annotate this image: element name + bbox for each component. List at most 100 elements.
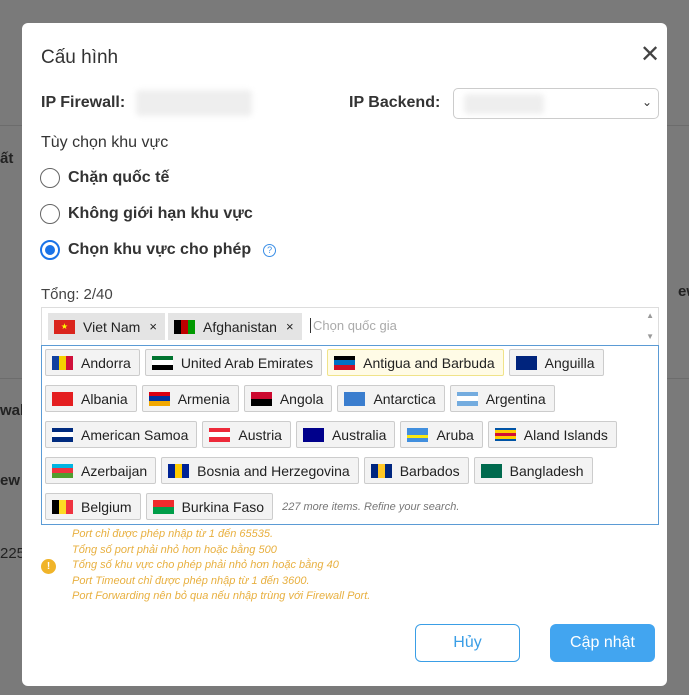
option-label: Antarctica (373, 390, 436, 407)
option-label: Barbados (399, 462, 460, 479)
validation-messages: Port chỉ được phép nhập từ 1 đến 65535. … (72, 527, 370, 605)
ip-backend-value-redacted (464, 94, 544, 114)
country-option[interactable]: Aland Islands (487, 421, 617, 448)
country-option[interactable]: Australia (295, 421, 396, 448)
radio-unlimited-region[interactable]: Không giới hạn khu vực (40, 204, 253, 224)
flag-icon (334, 355, 356, 370)
country-option[interactable]: Antigua and Barbuda (327, 349, 504, 376)
flag-icon (52, 391, 73, 406)
ip-firewall-label: IP Firewall: (41, 94, 126, 111)
chip-label: Viet Nam (83, 318, 141, 335)
background-text: ew (0, 472, 21, 489)
country-option[interactable]: Bosnia and Herzegovina (161, 457, 359, 484)
country-option[interactable]: Andorra (45, 349, 140, 376)
flag-icon (152, 499, 174, 514)
country-option[interactable]: United Arab Emirates (144, 349, 323, 376)
flag-icon (168, 463, 190, 478)
message: Port Timeout chỉ được phép nhập từ 1 đến… (72, 574, 310, 587)
option-label: Azerbaijan (81, 462, 148, 479)
option-label: Albania (81, 390, 128, 407)
message: Port chỉ được phép nhập từ 1 đến 65535. (72, 528, 274, 540)
option-row: Albania Armenia Angola Antarctica Argentina (45, 385, 658, 412)
radio-label: Không giới hạn khu vực (68, 205, 253, 222)
scroll-up-icon[interactable]: ▲ (646, 311, 654, 320)
flag-icon (151, 355, 173, 370)
more-items-text: 227 more items. Refine your search. (282, 500, 460, 513)
flag-icon (52, 427, 73, 442)
warning-icon: ! (41, 559, 56, 574)
scroll-down-icon[interactable]: ▼ (646, 332, 654, 341)
option-label: Anguilla (544, 354, 595, 371)
country-option[interactable]: Belgium (45, 493, 141, 520)
flag-icon (148, 391, 170, 406)
option-row: Belgium Burkina Faso 227 more items. Refin… (45, 493, 658, 520)
flag-icon (494, 427, 516, 442)
chevron-down-icon: ⌄ (641, 95, 652, 109)
option-label: Aland Islands (523, 426, 608, 443)
ip-backend-label: IP Backend: (349, 94, 441, 111)
country-option[interactable]: Barbados (363, 457, 469, 484)
close-icon[interactable]: ✕ (640, 43, 660, 67)
country-option[interactable]: Anguilla (508, 349, 604, 376)
flag-icon (480, 463, 502, 478)
country-option[interactable]: Antarctica (337, 385, 445, 412)
country-option[interactable]: Austria (202, 421, 291, 448)
selected-chip-viet-nam: ★ Viet Nam × (48, 313, 165, 340)
flag-icon (52, 463, 73, 478)
option-row: Andorra United Arab Emirates Antigua and B… (45, 349, 658, 376)
option-label: Belgium (81, 498, 132, 515)
update-button[interactable]: Cập nhật (550, 624, 655, 662)
flag-icon (370, 463, 392, 478)
country-option[interactable]: Albania (45, 385, 137, 412)
option-label: Bosnia and Herzegovina (197, 462, 350, 479)
option-label: Armenia (177, 390, 230, 407)
flag-icon (174, 319, 195, 334)
background-text: ất (0, 150, 14, 167)
radio-circle[interactable] (40, 204, 60, 224)
option-label: Bangladesh (509, 462, 584, 479)
country-option[interactable]: Bangladesh (473, 457, 593, 484)
country-option[interactable]: Aruba (400, 421, 483, 448)
selected-chip-afghanistan: Afghanistan × (168, 313, 302, 340)
flag-icon (250, 391, 272, 406)
option-label: Australia (331, 426, 387, 443)
message: Tổng số port phải nhỏ hơn hoặc bằng 500 (72, 543, 277, 556)
radio-circle[interactable] (40, 240, 60, 260)
country-option[interactable]: Angola (243, 385, 333, 412)
option-label: Austria (238, 426, 282, 443)
region-options-heading: Tùy chọn khu vực (41, 134, 169, 151)
country-option[interactable]: Azerbaijan (45, 457, 157, 484)
flag-icon: ★ (54, 319, 75, 334)
ip-backend-select[interactable]: ⌄ (453, 88, 659, 119)
cancel-button[interactable]: Hủy (415, 624, 520, 662)
option-label: United Arab Emirates (180, 354, 314, 371)
option-label: Angola (279, 390, 324, 407)
country-option[interactable]: Argentina (449, 385, 555, 412)
country-dropdown: Andorra United Arab Emirates Antigua and B… (41, 345, 659, 525)
flag-icon (456, 391, 478, 406)
flag-icon (52, 499, 73, 514)
flag-icon (515, 355, 537, 370)
message: Tổng số khu vực cho phép phải nhỏ hơn ho… (72, 559, 339, 571)
remove-icon[interactable]: × (149, 319, 157, 334)
background-text: ew (678, 283, 689, 300)
flag-icon (344, 391, 366, 406)
option-label: American Samoa (81, 426, 189, 443)
radio-label: Chặn quốc tế (68, 169, 170, 186)
radio-allowed-regions[interactable]: Chọn khu vực cho phép? (40, 240, 277, 260)
modal-title: Cấu hình (41, 47, 119, 68)
remove-icon[interactable]: × (286, 319, 294, 334)
radio-circle[interactable] (40, 168, 60, 188)
country-option[interactable]: Burkina Faso (145, 493, 274, 520)
country-multiselect[interactable]: ★ Viet Nam × Afghanistan × Chọn quốc gia ▲ … (41, 307, 659, 345)
radio-block-international[interactable]: Chặn quốc tế (40, 168, 169, 188)
flag-icon (302, 427, 324, 442)
help-icon[interactable]: ? (263, 243, 277, 257)
flag-icon (209, 427, 231, 442)
ip-firewall-value-redacted (136, 90, 252, 116)
country-option[interactable]: American Samoa (45, 421, 198, 448)
message: Port Forwarding nên bỏ qua nếu nhập trùn… (72, 590, 371, 602)
option-label: Aruba (436, 426, 474, 443)
country-option[interactable]: Armenia (141, 385, 239, 412)
country-search-input[interactable]: Chọn quốc gia (310, 318, 397, 333)
